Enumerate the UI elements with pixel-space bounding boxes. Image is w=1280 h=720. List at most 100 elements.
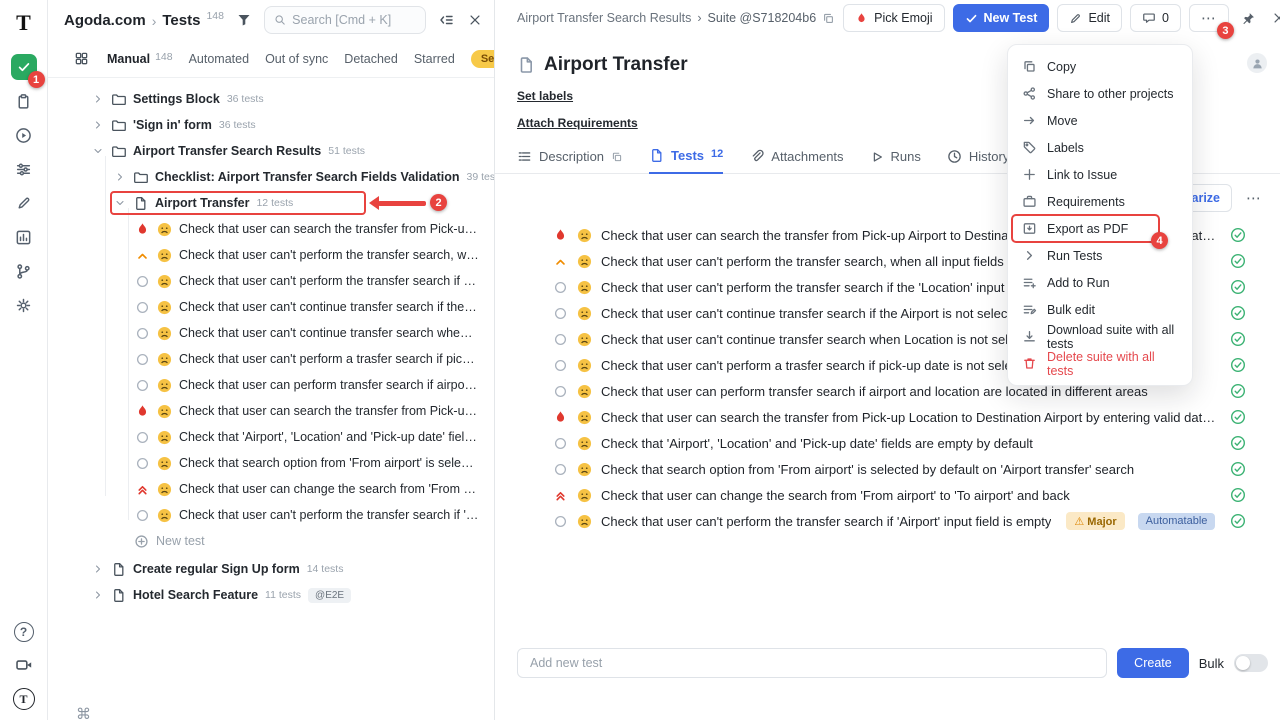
add-test-input[interactable]: [517, 648, 1107, 678]
sidebar-test-row[interactable]: Check that user can change the search fr…: [48, 476, 494, 502]
collapse-sidebar-button[interactable]: [436, 10, 456, 30]
tab-description[interactable]: Description: [517, 149, 623, 173]
tab-automated[interactable]: Automated: [189, 52, 249, 66]
pin-button[interactable]: [1237, 4, 1260, 32]
tab-manual[interactable]: Manual148: [107, 52, 173, 66]
copy-icon[interactable]: [822, 12, 835, 25]
close-panel-button[interactable]: [1268, 4, 1280, 32]
menu-item-share[interactable]: Share to other projects: [1008, 80, 1192, 107]
passed-status-icon: [1230, 383, 1246, 399]
test-row[interactable]: Check that user can change the search fr…: [552, 482, 1246, 508]
menu-item-bulk-edit[interactable]: Bulk edit: [1008, 296, 1192, 323]
set-labels-link[interactable]: Set labels: [517, 89, 573, 103]
bulk-toggle[interactable]: [1234, 654, 1268, 672]
breadcrumb-separator: ›: [152, 13, 157, 29]
sidebar-header: Agoda.com › Tests 148: [48, 0, 494, 40]
menu-item-copy[interactable]: Copy: [1008, 53, 1192, 80]
more-actions-button[interactable]: ⋯ 3: [1189, 4, 1229, 32]
menu-item-download-suite[interactable]: Download suite with all tests: [1008, 323, 1192, 350]
nav-integrations-button[interactable]: [11, 258, 37, 284]
sidebar-test-row[interactable]: Check that user can't continue transfer …: [48, 294, 494, 320]
copy-icon[interactable]: [611, 151, 623, 163]
section-name[interactable]: Tests: [162, 12, 200, 29]
test-row[interactable]: Check that 'Airport', 'Location' and 'Pi…: [552, 430, 1246, 456]
tab-runs[interactable]: Runs: [870, 149, 921, 173]
nav-filters-button[interactable]: [11, 156, 37, 182]
view-grid-button[interactable]: [72, 49, 91, 68]
close-sidebar-button[interactable]: [466, 11, 484, 29]
nav-plans-button[interactable]: [11, 88, 37, 114]
help-button[interactable]: ?: [14, 622, 34, 642]
tree-folder-checklist[interactable]: Checklist: Airport Transfer Search Field…: [48, 164, 494, 190]
attach-requirements-link[interactable]: Attach Requirements: [517, 116, 638, 130]
nav-tests-button[interactable]: 1: [11, 54, 37, 80]
menu-item-delete-suite[interactable]: Delete suite with all tests: [1008, 350, 1192, 377]
tree-suite-hotel[interactable]: Hotel Search Feature 11 tests @E2E: [48, 582, 494, 608]
tutorials-button[interactable]: [13, 654, 35, 676]
test-title: Check that user can't perform the transf…: [179, 274, 479, 288]
test-emoji-icon: [577, 228, 592, 243]
sidebar-test-row[interactable]: Check that user can search the transfer …: [48, 398, 494, 424]
edit-button[interactable]: Edit: [1057, 4, 1122, 32]
nav-editor-button[interactable]: [11, 190, 37, 216]
menu-item-labels[interactable]: Labels: [1008, 134, 1192, 161]
sidebar-test-row[interactable]: Check that user can't perform a trasfer …: [48, 346, 494, 372]
nav-analytics-button[interactable]: [11, 224, 37, 250]
test-row[interactable]: Check that user can search the transfer …: [552, 404, 1246, 430]
nav-runs-button[interactable]: [11, 122, 37, 148]
tab-attachments[interactable]: Attachments: [749, 149, 843, 173]
sidebar-test-row[interactable]: Check that user can search the transfer …: [48, 216, 494, 242]
test-emoji-icon: [577, 384, 592, 399]
tab-severity-pill[interactable]: Sev: [471, 50, 494, 68]
nav-settings-button[interactable]: [11, 292, 37, 318]
tab-tests-label: Tests: [671, 148, 704, 163]
test-row[interactable]: Check that search option from 'From airp…: [552, 456, 1246, 482]
tab-detached[interactable]: Detached: [344, 52, 398, 66]
test-title: Check that user can change the search fr…: [601, 488, 1070, 503]
sidebar-test-row[interactable]: Check that user can perform transfer sea…: [48, 372, 494, 398]
tab-out-of-sync[interactable]: Out of sync: [265, 52, 328, 66]
list-more-button[interactable]: ⋯: [1242, 184, 1266, 212]
test-emoji-icon: [577, 254, 592, 269]
funnel-icon: [236, 12, 252, 28]
tab-history[interactable]: History: [947, 149, 1009, 173]
sidebar-test-row[interactable]: Check that user can't perform the transf…: [48, 242, 494, 268]
sidebar-test-row[interactable]: Check that user can't perform the transf…: [48, 502, 494, 528]
sidebar-test-row[interactable]: Check that user can't continue transfer …: [48, 320, 494, 346]
tree-suite-airport-transfer[interactable]: Airport Transfer 12 tests 2: [48, 190, 494, 216]
priority-icon: [134, 221, 150, 237]
search-box[interactable]: [264, 6, 426, 34]
tree-folder-airport-results[interactable]: Airport Transfer Search Results 51 tests: [48, 138, 494, 164]
menu-item-requirements[interactable]: Requirements: [1008, 188, 1192, 215]
tree-folder-settings-block[interactable]: Settings Block 36 tests: [48, 86, 494, 112]
tab-starred[interactable]: Starred: [414, 52, 455, 66]
suite-count: 12 tests: [256, 197, 293, 209]
pick-emoji-button[interactable]: Pick Emoji: [843, 4, 944, 32]
comments-button[interactable]: 0: [1130, 4, 1181, 32]
menu-item-move[interactable]: Move: [1008, 107, 1192, 134]
workspace-avatar[interactable]: T: [13, 688, 35, 710]
add-test-footer: Create Bulk: [517, 648, 1268, 678]
new-test-button[interactable]: New Test: [953, 4, 1050, 32]
user-avatar[interactable]: [1247, 53, 1267, 73]
tree-folder-sign-in-form[interactable]: 'Sign in' form 36 tests: [48, 112, 494, 138]
filter-button[interactable]: [234, 10, 254, 30]
new-test-row[interactable]: New test: [48, 528, 494, 554]
tree-suite-sign-up[interactable]: Create regular Sign Up form 14 tests: [48, 556, 494, 582]
project-name[interactable]: Agoda.com: [64, 12, 146, 29]
sidebar-test-row[interactable]: Check that 'Airport', 'Location' and 'Pi…: [48, 424, 494, 450]
menu-item-export-as-pdf[interactable]: Export as PDF 4: [1008, 215, 1192, 242]
breadcrumb-parent[interactable]: Airport Transfer Search Results: [517, 11, 691, 25]
menu-item-label: Bulk edit: [1047, 303, 1095, 317]
sidebar-test-row[interactable]: Check that search option from 'From airp…: [48, 450, 494, 476]
test-emoji-icon: [157, 378, 172, 393]
test-row[interactable]: Check that user can't perform the transf…: [552, 508, 1246, 534]
sidebar-breadcrumb: Agoda.com › Tests 148: [64, 12, 224, 29]
menu-item-link-to-issue[interactable]: Link to Issue: [1008, 161, 1192, 188]
sidebar-test-row[interactable]: Check that user can't perform the transf…: [48, 268, 494, 294]
tab-tests[interactable]: Tests 12: [649, 148, 723, 174]
close-icon: [1272, 11, 1280, 25]
create-button[interactable]: Create: [1117, 648, 1189, 678]
search-input[interactable]: [292, 13, 416, 27]
menu-item-add-to-run[interactable]: Add to Run: [1008, 269, 1192, 296]
